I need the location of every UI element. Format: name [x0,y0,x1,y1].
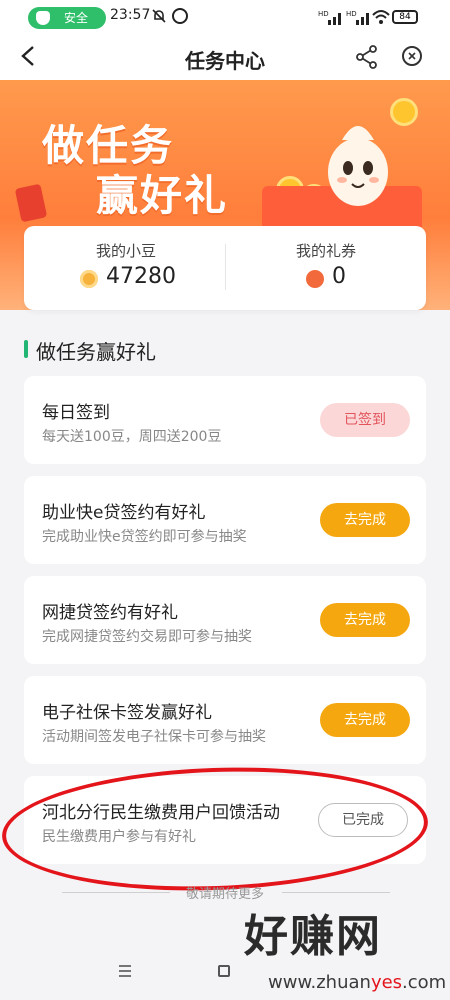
go-complete-button[interactable]: 去完成 [320,603,410,637]
go-complete-button[interactable]: 去完成 [320,503,410,537]
task-title: 每日签到 [42,403,110,423]
clock: 23:57 [110,7,151,23]
signed-in-button[interactable]: 已签到 [320,403,410,437]
go-complete-button[interactable]: 去完成 [320,703,410,737]
shield-icon [36,11,50,25]
bell-muted-icon [152,9,166,23]
task-subtitle: 每天送100豆，周四送200豆 [42,429,222,445]
task-title: 网捷贷签约有好礼 [42,603,178,623]
coupons-value: 0 [332,264,346,289]
close-icon[interactable] [402,46,422,66]
coupons-label: 我的礼券 [295,242,356,260]
section-accent-bar [24,340,28,358]
task-title: 电子社保卡签发赢好礼 [42,703,212,723]
watermark-url-accent: yes [370,972,403,993]
task-subtitle: 完成助业快e贷签约即可参与抽奖 [42,529,247,545]
beans-value: 47280 [106,264,176,289]
task-subtitle: 活动期间签发电子社保卡可参与抽奖 [42,729,266,745]
task-subtitle: 完成网捷贷签约交易即可参与抽奖 [42,629,252,645]
more-coming-text: 敬请期待更多 [185,887,264,902]
signal-icon: HD [318,10,341,25]
safe-badge: 安全 [28,7,106,29]
safe-label: 安全 [64,11,89,25]
watermark-url-suffix: .com [402,972,447,993]
section-title: 做任务赢好礼 [36,340,156,364]
home-icon[interactable] [218,965,230,977]
watermark-url: www.zhuanyes.com [268,972,446,993]
alarm-icon [172,8,188,24]
page-title: 任务中心 [185,49,265,73]
banner-slogan-line2: 赢好礼 [96,171,229,220]
coupon-icon [306,270,324,288]
task-title: 助业快e贷签约有好礼 [42,503,206,523]
mascot-illustration [328,126,388,206]
svg-text:HD: HD [318,10,329,18]
bean-coin-icon [80,270,98,288]
signal-icon-2: HD [346,10,369,25]
battery-indicator: 84 [392,10,418,24]
share-icon[interactable] [354,44,380,70]
menu-icon[interactable] [118,965,132,977]
watermark-url-prefix: www.zhuan [268,972,371,993]
svg-text:HD: HD [346,10,357,18]
beans-label: 我的小豆 [95,242,156,260]
wifi-icon [372,10,390,24]
watermark-logo: 好赚网 [244,911,382,962]
